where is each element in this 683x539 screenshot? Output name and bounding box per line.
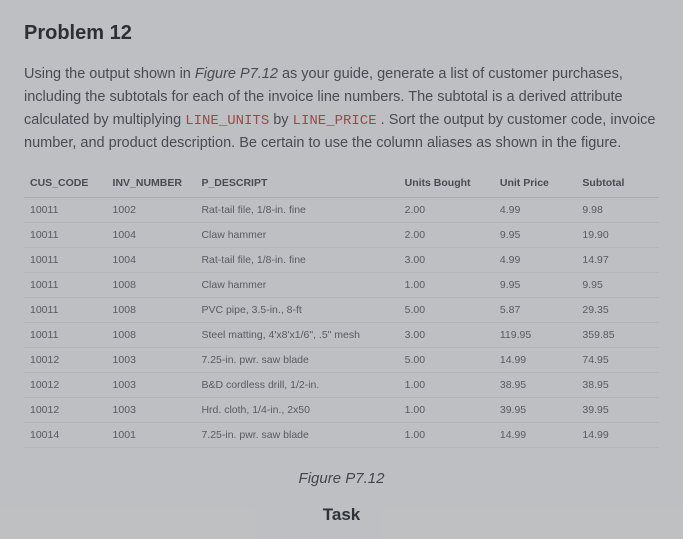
cell-price: 39.95 bbox=[494, 397, 577, 422]
cell-cus: 10011 bbox=[24, 247, 107, 272]
cell-cus: 10011 bbox=[24, 272, 107, 297]
table-row: 100121003B&D cordless drill, 1/2-in.1.00… bbox=[24, 372, 659, 397]
cell-units: 2.00 bbox=[399, 197, 494, 222]
problem-prompt: Using the output shown in Figure P7.12 a… bbox=[24, 63, 659, 155]
cell-sub: 38.95 bbox=[576, 372, 659, 397]
table-row: 100111008PVC pipe, 3.5-in., 8-ft5.005.87… bbox=[24, 297, 659, 322]
cell-inv: 1008 bbox=[107, 297, 196, 322]
cell-desc: Hrd. cloth, 1/4-in., 2x50 bbox=[195, 397, 398, 422]
cell-price: 5.87 bbox=[494, 297, 577, 322]
cell-cus: 10011 bbox=[24, 297, 107, 322]
col-header-desc: P_DESCRIPT bbox=[195, 169, 398, 198]
cell-sub: 359.85 bbox=[576, 322, 659, 347]
cell-inv: 1003 bbox=[107, 397, 196, 422]
cell-units: 5.00 bbox=[399, 297, 494, 322]
cell-price: 9.95 bbox=[494, 222, 577, 247]
cell-inv: 1002 bbox=[107, 197, 196, 222]
cell-desc: Rat-tail file, 1/8-in. fine bbox=[195, 247, 398, 272]
cell-cus: 10012 bbox=[24, 372, 107, 397]
cell-inv: 1004 bbox=[107, 222, 196, 247]
cell-price: 38.95 bbox=[494, 372, 577, 397]
cell-sub: 14.97 bbox=[576, 247, 659, 272]
cell-sub: 9.95 bbox=[576, 272, 659, 297]
cell-price: 14.99 bbox=[494, 347, 577, 372]
cell-price: 14.99 bbox=[494, 422, 577, 447]
cell-desc: Claw hammer bbox=[195, 222, 398, 247]
cell-inv: 1004 bbox=[107, 247, 196, 272]
table-row: 100111004Rat-tail file, 1/8-in. fine3.00… bbox=[24, 247, 659, 272]
table-row: 1001210037.25-in. pwr. saw blade5.0014.9… bbox=[24, 347, 659, 372]
cell-price: 119.95 bbox=[494, 322, 577, 347]
table-row: 1001410017.25-in. pwr. saw blade1.0014.9… bbox=[24, 422, 659, 447]
col-header-units: Units Bought bbox=[399, 169, 494, 198]
cell-desc: PVC pipe, 3.5-in., 8-ft bbox=[195, 297, 398, 322]
cell-sub: 19.90 bbox=[576, 222, 659, 247]
cell-sub: 29.35 bbox=[576, 297, 659, 322]
code-line-price: LINE_PRICE bbox=[293, 113, 377, 129]
cell-desc: Claw hammer bbox=[195, 272, 398, 297]
cell-price: 9.95 bbox=[494, 272, 577, 297]
cell-inv: 1001 bbox=[107, 422, 196, 447]
cell-desc: Rat-tail file, 1/8-in. fine bbox=[195, 197, 398, 222]
table-row: 100111008Claw hammer1.009.959.95 bbox=[24, 272, 659, 297]
cell-inv: 1003 bbox=[107, 372, 196, 397]
cell-units: 3.00 bbox=[399, 322, 494, 347]
cell-inv: 1003 bbox=[107, 347, 196, 372]
code-line-units: LINE_UNITS bbox=[185, 113, 269, 129]
cell-price: 4.99 bbox=[494, 247, 577, 272]
cell-units: 3.00 bbox=[399, 247, 494, 272]
table-row: 100111002Rat-tail file, 1/8-in. fine2.00… bbox=[24, 197, 659, 222]
cell-units: 1.00 bbox=[399, 422, 494, 447]
page-content: Problem 12 Using the output shown in Fig… bbox=[0, 0, 683, 525]
task-heading: Task bbox=[24, 505, 659, 525]
figure-reference: Figure P7.12 bbox=[195, 66, 278, 82]
cell-sub: 39.95 bbox=[576, 397, 659, 422]
cell-units: 1.00 bbox=[399, 397, 494, 422]
col-header-price: Unit Price bbox=[494, 169, 577, 198]
figure-caption: Figure P7.12 bbox=[24, 470, 659, 487]
cell-cus: 10011 bbox=[24, 197, 107, 222]
cell-units: 5.00 bbox=[399, 347, 494, 372]
problem-title: Problem 12 bbox=[24, 22, 659, 45]
cell-cus: 10014 bbox=[24, 422, 107, 447]
cell-cus: 10012 bbox=[24, 397, 107, 422]
cell-units: 2.00 bbox=[399, 222, 494, 247]
cell-desc: 7.25-in. pwr. saw blade bbox=[195, 422, 398, 447]
cell-cus: 10011 bbox=[24, 322, 107, 347]
cell-price: 4.99 bbox=[494, 197, 577, 222]
col-header-sub: Subtotal bbox=[576, 169, 659, 198]
results-table: CUS_CODE INV_NUMBER P_DESCRIPT Units Bou… bbox=[24, 169, 659, 448]
col-header-cus: CUS_CODE bbox=[24, 169, 107, 198]
prompt-text: Using the output shown in bbox=[24, 66, 195, 82]
prompt-text: by bbox=[269, 112, 292, 128]
table-row: 100121003Hrd. cloth, 1/4-in., 2x501.0039… bbox=[24, 397, 659, 422]
cell-inv: 1008 bbox=[107, 272, 196, 297]
cell-units: 1.00 bbox=[399, 372, 494, 397]
cell-desc: 7.25-in. pwr. saw blade bbox=[195, 347, 398, 372]
cell-sub: 14.99 bbox=[576, 422, 659, 447]
cell-desc: Steel matting, 4'x8'x1/6", .5" mesh bbox=[195, 322, 398, 347]
table-row: 100111008Steel matting, 4'x8'x1/6", .5" … bbox=[24, 322, 659, 347]
cell-sub: 9.98 bbox=[576, 197, 659, 222]
table-row: 100111004Claw hammer2.009.9519.90 bbox=[24, 222, 659, 247]
cell-desc: B&D cordless drill, 1/2-in. bbox=[195, 372, 398, 397]
cell-units: 1.00 bbox=[399, 272, 494, 297]
cell-sub: 74.95 bbox=[576, 347, 659, 372]
cell-cus: 10011 bbox=[24, 222, 107, 247]
cell-inv: 1008 bbox=[107, 322, 196, 347]
cell-cus: 10012 bbox=[24, 347, 107, 372]
table-header-row: CUS_CODE INV_NUMBER P_DESCRIPT Units Bou… bbox=[24, 169, 659, 198]
col-header-inv: INV_NUMBER bbox=[107, 169, 196, 198]
